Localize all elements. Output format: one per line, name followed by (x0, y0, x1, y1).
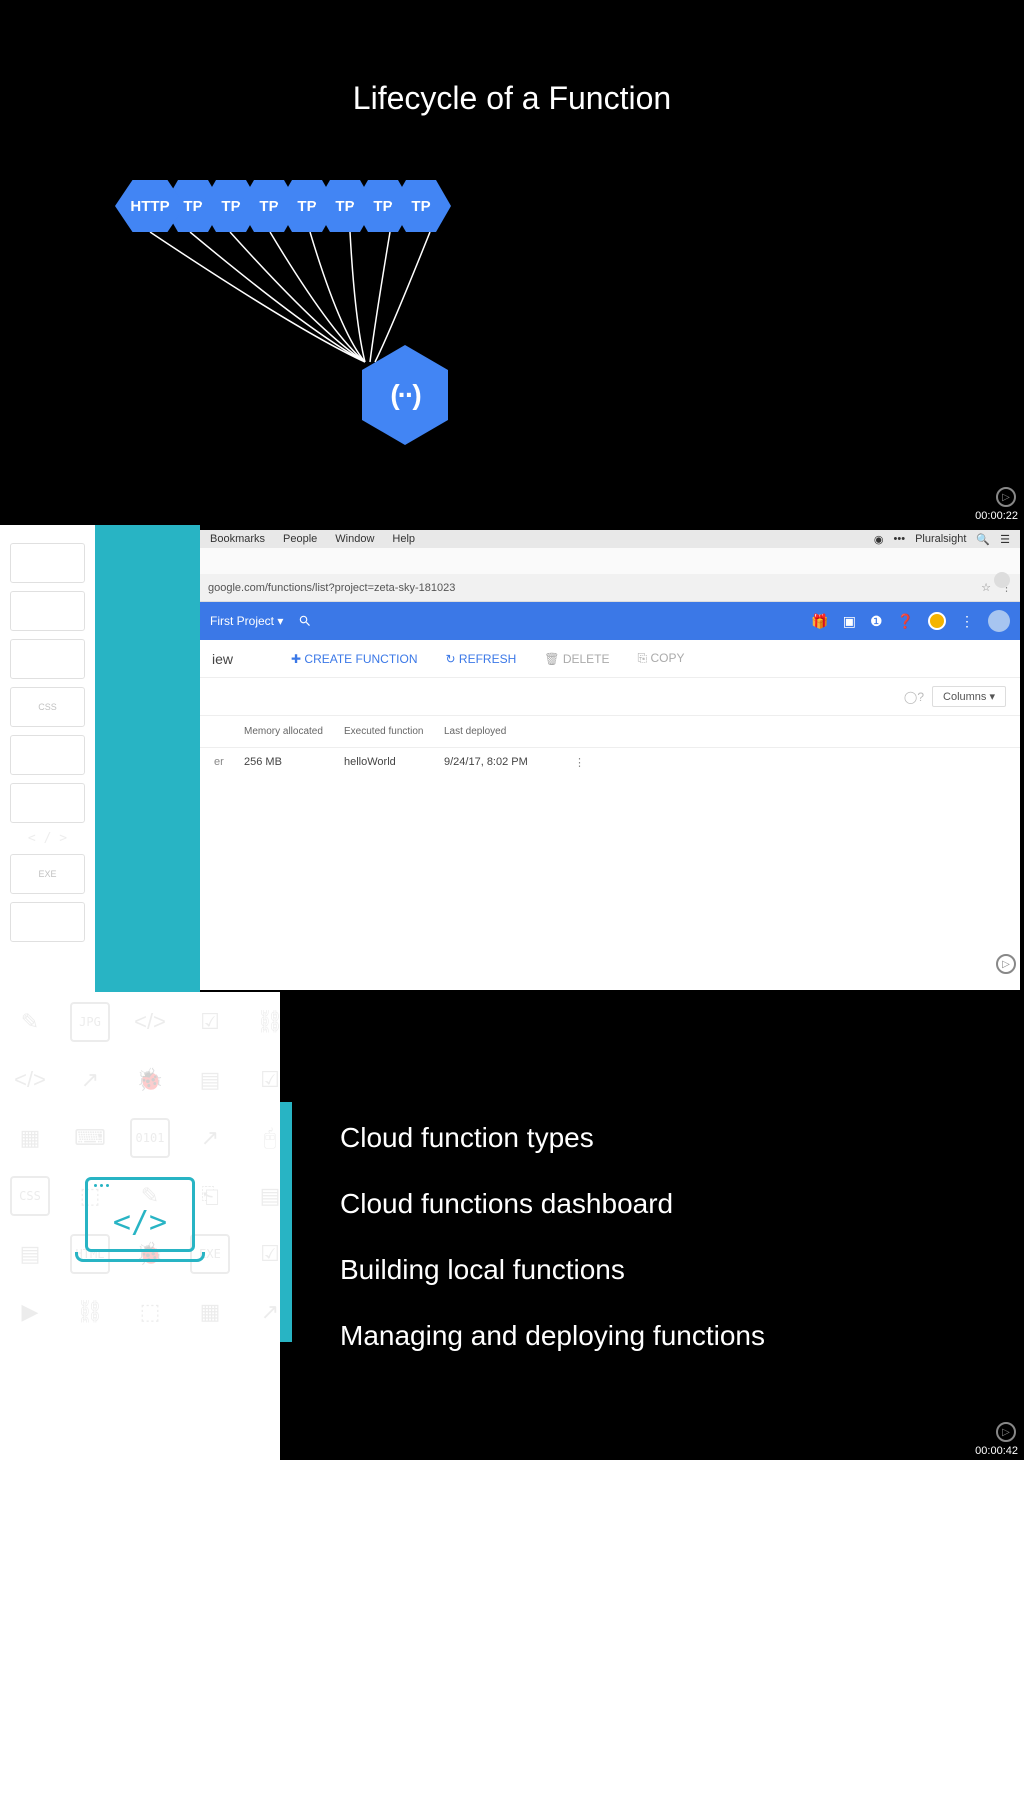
browser-menubar: Bookmarks People Window Help ◉ ••• Plura… (200, 530, 1020, 548)
help-icon[interactable]: ◯? (904, 690, 924, 704)
timestamp-1: 00:00:22 (975, 510, 1018, 522)
bullet-2: Cloud functions dashboard (340, 1188, 765, 1220)
slide-topics: ✎JPG</>☑⛓ </>↗🐞▤☑ ▦⌨0101↗🖰 CSS⬚✎⎗▤ ▤HTML… (0, 992, 1024, 1460)
gift-icon[interactable]: 🎁 (811, 613, 828, 630)
teal-stripe (95, 525, 200, 992)
ext-pluralsight[interactable]: Pluralsight (915, 533, 966, 545)
url-bar[interactable]: google.com/functions/list?project=zeta-s… (200, 574, 1020, 602)
play-icon[interactable]: ▷ (996, 1422, 1016, 1442)
menu-list-icon[interactable]: ☰ (1000, 533, 1010, 546)
more-vert-icon[interactable]: ⋮ (960, 613, 974, 630)
laptop-code-icon: </> (88, 1196, 192, 1249)
gcp-header: First Project ▾ 🎁 ▣ ❶ ❓ ⋮ (200, 602, 1020, 640)
th-executed: Executed function (344, 726, 444, 737)
decorative-sidebar: CSS < / > EXE (0, 525, 95, 992)
dots-icon: ••• (894, 533, 906, 545)
td-memory: 256 MB (244, 756, 344, 769)
search-icon[interactable]: 🔍 (976, 533, 990, 546)
filter-row: ◯? Columns ▾ (200, 678, 1020, 716)
play-icon[interactable]: ▷ (996, 954, 1016, 974)
slide-lifecycle: Lifecycle of a Function HTTP TP TP TP TP… (0, 0, 1024, 525)
columns-dropdown[interactable]: Columns ▾ (932, 686, 1006, 707)
th-memory: Memory allocated (244, 726, 344, 737)
header-search-icon[interactable] (298, 614, 312, 628)
user-avatar[interactable] (988, 610, 1010, 632)
menu-people[interactable]: People (283, 533, 317, 545)
th-last-deployed: Last deployed (444, 726, 564, 737)
console-icon[interactable]: ▣ (843, 613, 856, 630)
delete-button[interactable]: 🗑 DELETE (544, 652, 609, 666)
timestamp-3: 00:00:42 (975, 1445, 1018, 1457)
table-row[interactable]: er 256 MB helloWorld 9/24/17, 8:02 PM ⋮ (200, 748, 1020, 777)
slide1-title: Lifecycle of a Function (0, 80, 1024, 117)
slide-dashboard: CSS < / > EXE Bookmarks People Window He… (0, 525, 1024, 992)
bullet-3: Building local functions (340, 1254, 765, 1286)
hexagon-row: HTTP TP TP TP TP TP TP TP (115, 180, 429, 232)
play-icon[interactable]: ▷ (996, 487, 1016, 507)
td-last-deployed: 9/24/17, 8:02 PM (444, 756, 564, 769)
browser-window: Bookmarks People Window Help ◉ ••• Plura… (200, 530, 1020, 990)
profile-icon[interactable] (994, 572, 1010, 588)
alert-icon[interactable]: ❶ (870, 613, 883, 630)
copy-button[interactable]: ⎘ COPY (638, 651, 685, 666)
big-hex-label: (··) (355, 345, 455, 445)
refresh-button[interactable]: ↻ REFRESH (446, 652, 517, 666)
project-selector[interactable]: First Project ▾ (210, 614, 283, 628)
create-function-button[interactable]: ✚ CREATE FUNCTION (291, 652, 418, 666)
bullet-4: Managing and deploying functions (340, 1320, 765, 1352)
record-icon: ◉ (874, 533, 884, 546)
left-panel: ✎JPG</>☑⛓ </>↗🐞▤☑ ▦⌨0101↗🖰 CSS⬚✎⎗▤ ▤HTML… (0, 992, 280, 1460)
teal-accent-bar (280, 1102, 292, 1342)
star-icon[interactable]: ☆ (981, 581, 991, 594)
view-label: iew (212, 651, 233, 667)
laptop-icon: </> (75, 1177, 205, 1272)
help-circle-icon[interactable]: ❓ (897, 613, 914, 630)
notification-dot-icon[interactable] (928, 612, 946, 630)
menu-bookmarks[interactable]: Bookmarks (210, 533, 265, 545)
url-text: google.com/functions/list?project=zeta-s… (208, 582, 455, 594)
table-header: Memory allocated Executed function Last … (200, 716, 1020, 748)
row-prefix: er (214, 756, 244, 769)
td-executed: helloWorld (344, 756, 444, 769)
topics-list: Cloud function types Cloud functions das… (340, 1122, 765, 1386)
row-actions-icon[interactable]: ⋮ (574, 756, 585, 769)
function-hexagon-icon: (··) (355, 345, 455, 445)
bottom-filler (0, 1460, 1024, 1811)
menu-help[interactable]: Help (392, 533, 415, 545)
timestamp-2: 00:00:28 (975, 977, 1018, 989)
bullet-1: Cloud function types (340, 1122, 765, 1154)
menu-window[interactable]: Window (335, 533, 374, 545)
action-bar: iew ✚ CREATE FUNCTION ↻ REFRESH 🗑 DELETE… (200, 640, 1020, 678)
